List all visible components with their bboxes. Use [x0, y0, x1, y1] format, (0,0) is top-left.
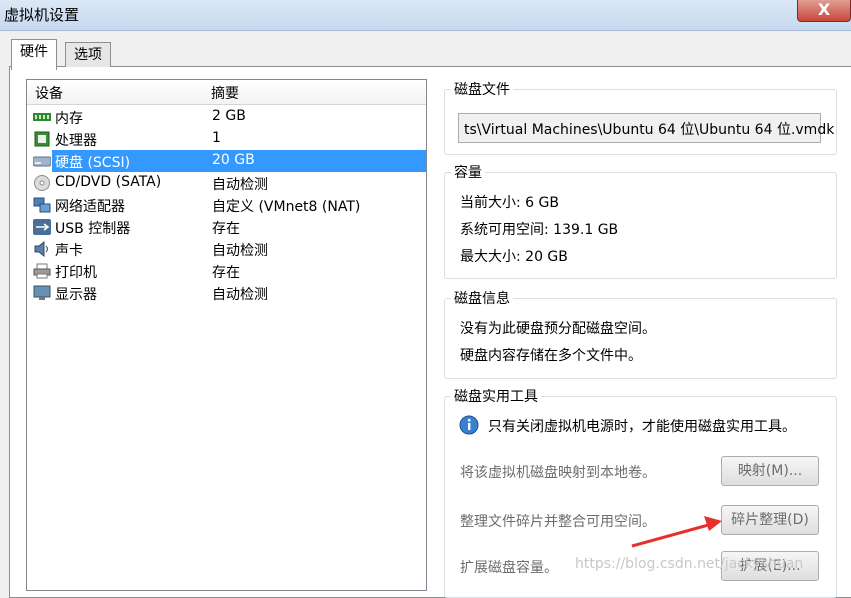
- device-name: USB 控制器: [55, 221, 131, 237]
- watermark: https://blog.csdn.net/jackyshuan: [575, 556, 804, 572]
- processor-icon: [34, 131, 50, 147]
- max-size-label: 最大大小: 20 GB: [460, 249, 568, 265]
- device-name: CD/DVD (SATA): [55, 174, 162, 190]
- sound-card-icon: [34, 241, 48, 257]
- disk-info-group: 磁盘信息 没有为此硬盘预分配磁盘空间。 硬盘内容存储在多个文件中。: [444, 288, 837, 379]
- device-name: 处理器: [55, 133, 97, 149]
- device-row-printer[interactable]: 打印机 存在: [27, 260, 426, 282]
- device-summary: 1: [212, 130, 221, 146]
- printer-icon: [33, 263, 51, 279]
- window-title: 虚拟机设置: [4, 6, 80, 24]
- disk-file-group: 磁盘文件 ts\Virtual Machines\Ubuntu 64 位\Ubu…: [444, 79, 837, 155]
- tab-options[interactable]: 选项: [65, 42, 111, 67]
- device-row-usb[interactable]: USB 控制器 存在: [27, 216, 426, 238]
- device-row-memory[interactable]: 内存 2 GB: [27, 106, 426, 128]
- disk-file-path: ts\Virtual Machines\Ubuntu 64 位\Ubuntu 6…: [464, 122, 835, 138]
- close-button[interactable]: X: [797, 0, 851, 22]
- group-title-disk-info: 磁盘信息: [451, 288, 513, 308]
- device-row-sound-card[interactable]: 声卡 自动检测: [27, 238, 426, 260]
- device-list-header: 设备 摘要: [27, 80, 426, 105]
- cd-dvd-icon: [34, 175, 50, 191]
- device-name: 声卡: [55, 243, 83, 259]
- device-row-display[interactable]: 显示器 自动检测: [27, 282, 426, 304]
- device-row-processor[interactable]: 处理器 1: [27, 128, 426, 150]
- defrag-button[interactable]: 碎片整理(D): [721, 505, 819, 535]
- system-free-space-label: 系统可用空间: 139.1 GB: [460, 222, 619, 238]
- device-summary: 2 GB: [212, 108, 246, 124]
- memory-icon: [33, 113, 51, 121]
- display-icon: [33, 285, 51, 300]
- device-summary: 自动检测: [212, 177, 268, 193]
- device-summary: 存在: [212, 265, 240, 281]
- device-summary: 自动检测: [212, 287, 268, 303]
- disk-info-line-1: 没有为此硬盘预分配磁盘空间。: [460, 321, 656, 337]
- device-summary: 20 GB: [212, 152, 255, 168]
- device-summary: 存在: [212, 221, 240, 237]
- expand-description: 扩展磁盘容量。: [460, 560, 558, 576]
- title-bar: 虚拟机设置 X: [0, 0, 851, 31]
- device-name: 内存: [55, 111, 83, 127]
- map-description: 将该虚拟机磁盘映射到本地卷。: [460, 465, 656, 481]
- device-row-network-adapter[interactable]: 网络适配器 自定义 (VMnet8 (NAT): [27, 194, 426, 216]
- disk-file-path-field[interactable]: ts\Virtual Machines\Ubuntu 64 位\Ubuntu 6…: [458, 113, 834, 143]
- current-size-label: 当前大小: 6 GB: [460, 195, 559, 211]
- column-header-device[interactable]: 设备: [35, 83, 63, 103]
- device-summary: 自动检测: [212, 243, 268, 259]
- device-name: 打印机: [55, 265, 97, 281]
- map-button[interactable]: 映射(M)...: [721, 456, 819, 486]
- disk-info-line-2: 硬盘内容存储在多个文件中。: [460, 348, 642, 364]
- defrag-description: 整理文件碎片并整合可用空间。: [460, 514, 656, 530]
- group-title-capacity: 容量: [451, 162, 485, 182]
- group-title-disk-file: 磁盘文件: [451, 79, 513, 99]
- column-header-summary[interactable]: 摘要: [211, 83, 239, 103]
- device-row-hard-disk[interactable]: 硬盘 (SCSI) 20 GB: [27, 150, 426, 172]
- device-list: 设备 摘要 内存 2 GB 处理器 1 硬盘 (SCSI) 20 GB CD/D…: [26, 79, 427, 591]
- network-adapter-icon: [33, 197, 51, 213]
- device-name: 网络适配器: [55, 199, 125, 215]
- device-name: 显示器: [55, 287, 97, 303]
- group-title-disk-utilities: 磁盘实用工具: [451, 386, 541, 406]
- device-summary: 自定义 (VMnet8 (NAT): [212, 199, 361, 215]
- device-row-cd-dvd[interactable]: CD/DVD (SATA) 自动检测: [27, 172, 426, 194]
- usb-icon: [33, 219, 51, 235]
- tab-hardware[interactable]: 硬件: [11, 39, 57, 70]
- utilities-notice: 只有关闭虚拟机电源时，才能使用磁盘实用工具。: [488, 419, 796, 435]
- device-name: 硬盘 (SCSI): [55, 155, 131, 171]
- hard-disk-icon: [33, 156, 51, 167]
- info-icon: [459, 415, 479, 435]
- capacity-group: 容量 当前大小: 6 GB 系统可用空间: 139.1 GB 最大大小: 20 …: [444, 162, 837, 279]
